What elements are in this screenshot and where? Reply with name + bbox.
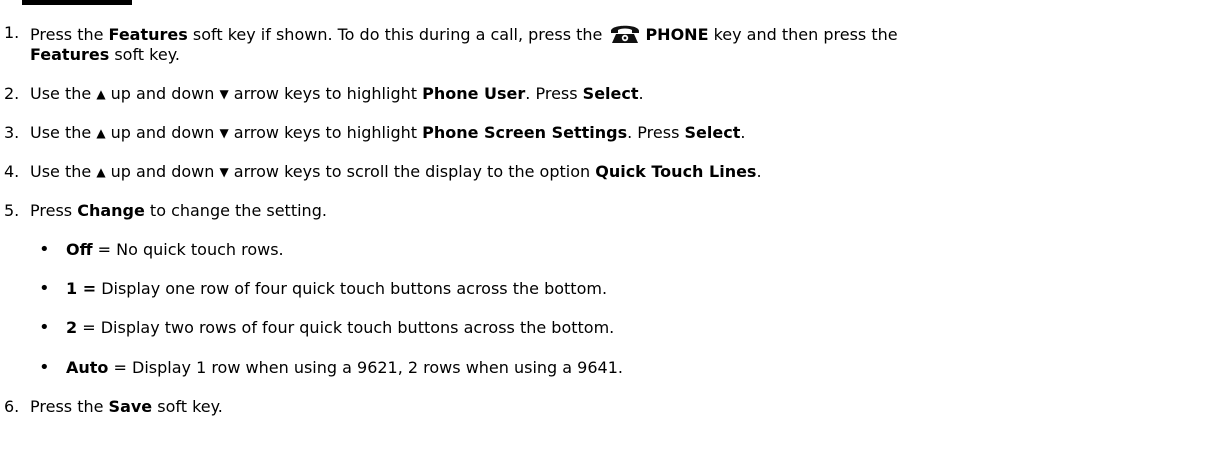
list-item: • 2 = Display two rows of four quick tou… (39, 317, 615, 338)
step-3: 3. Use the ▲ up and down ▼ arrow keys to… (4, 122, 745, 144)
step-number: 6. (4, 397, 20, 416)
step-2: 2. Use the ▲ up and down ▼ arrow keys to… (4, 83, 644, 105)
phone-key-label: PHONE (645, 25, 709, 44)
step-number: 3. (4, 123, 20, 142)
down-arrow-icon: ▼ (219, 126, 229, 140)
step-5: 5. Press Change to change the setting. (4, 200, 327, 222)
list-item: • Off = No quick touch rows. (39, 239, 284, 260)
step-4: 4. Use the ▲ up and down ▼ arrow keys to… (4, 161, 762, 183)
bullet-icon: • (39, 317, 50, 338)
up-arrow-icon: ▲ (96, 165, 106, 179)
bullet-icon: • (39, 278, 50, 299)
bullet-icon: • (39, 357, 50, 378)
list-item: • Auto = Display 1 row when using a 9621… (39, 357, 623, 378)
phone-icon (609, 22, 641, 50)
step-number: 1. (4, 23, 20, 42)
step-text: Use the ▲ up and down ▼ arrow keys to hi… (30, 123, 746, 142)
step-number: 5. (4, 201, 20, 220)
step-text: Press the Save soft key. (30, 397, 223, 416)
step-number: 2. (4, 84, 20, 103)
up-arrow-icon: ▲ (96, 126, 106, 140)
up-arrow-icon: ▲ (96, 87, 106, 101)
step-text: Use the ▲ up and down ▼ arrow keys to hi… (30, 84, 644, 103)
down-arrow-icon: ▼ (219, 87, 229, 101)
step-6: 6. Press the Save soft key. (4, 396, 223, 418)
step-text: Use the ▲ up and down ▼ arrow keys to sc… (30, 162, 762, 181)
down-arrow-icon: ▼ (219, 165, 229, 179)
features-key-label: Features (108, 25, 188, 44)
cropped-heading-fragment (22, 0, 132, 5)
list-item: • 1 = Display one row of four quick touc… (39, 278, 608, 299)
step-1-continuation: Features soft key. (30, 45, 180, 64)
bullet-icon: • (39, 239, 50, 260)
step-text: Press Change to change the setting. (30, 201, 327, 220)
step-number: 4. (4, 162, 20, 181)
